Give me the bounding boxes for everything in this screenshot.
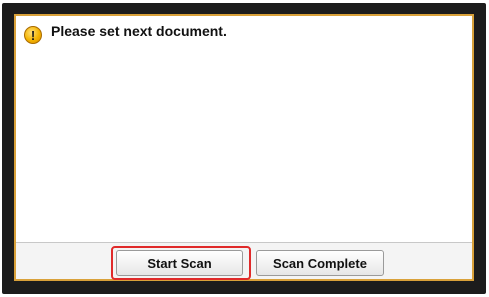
touch-screen: ! Please set next document. Start Scan S…: [14, 14, 474, 281]
button-bar: Start Scan Scan Complete: [16, 242, 472, 280]
device-panel-frame: ! Please set next document. Start Scan S…: [2, 3, 486, 294]
warning-icon: !: [24, 26, 42, 44]
message-row: ! Please set next document.: [24, 23, 227, 44]
start-scan-button[interactable]: Start Scan: [116, 250, 243, 276]
message-text: Please set next document.: [51, 23, 227, 39]
scan-complete-button[interactable]: Scan Complete: [256, 250, 384, 276]
